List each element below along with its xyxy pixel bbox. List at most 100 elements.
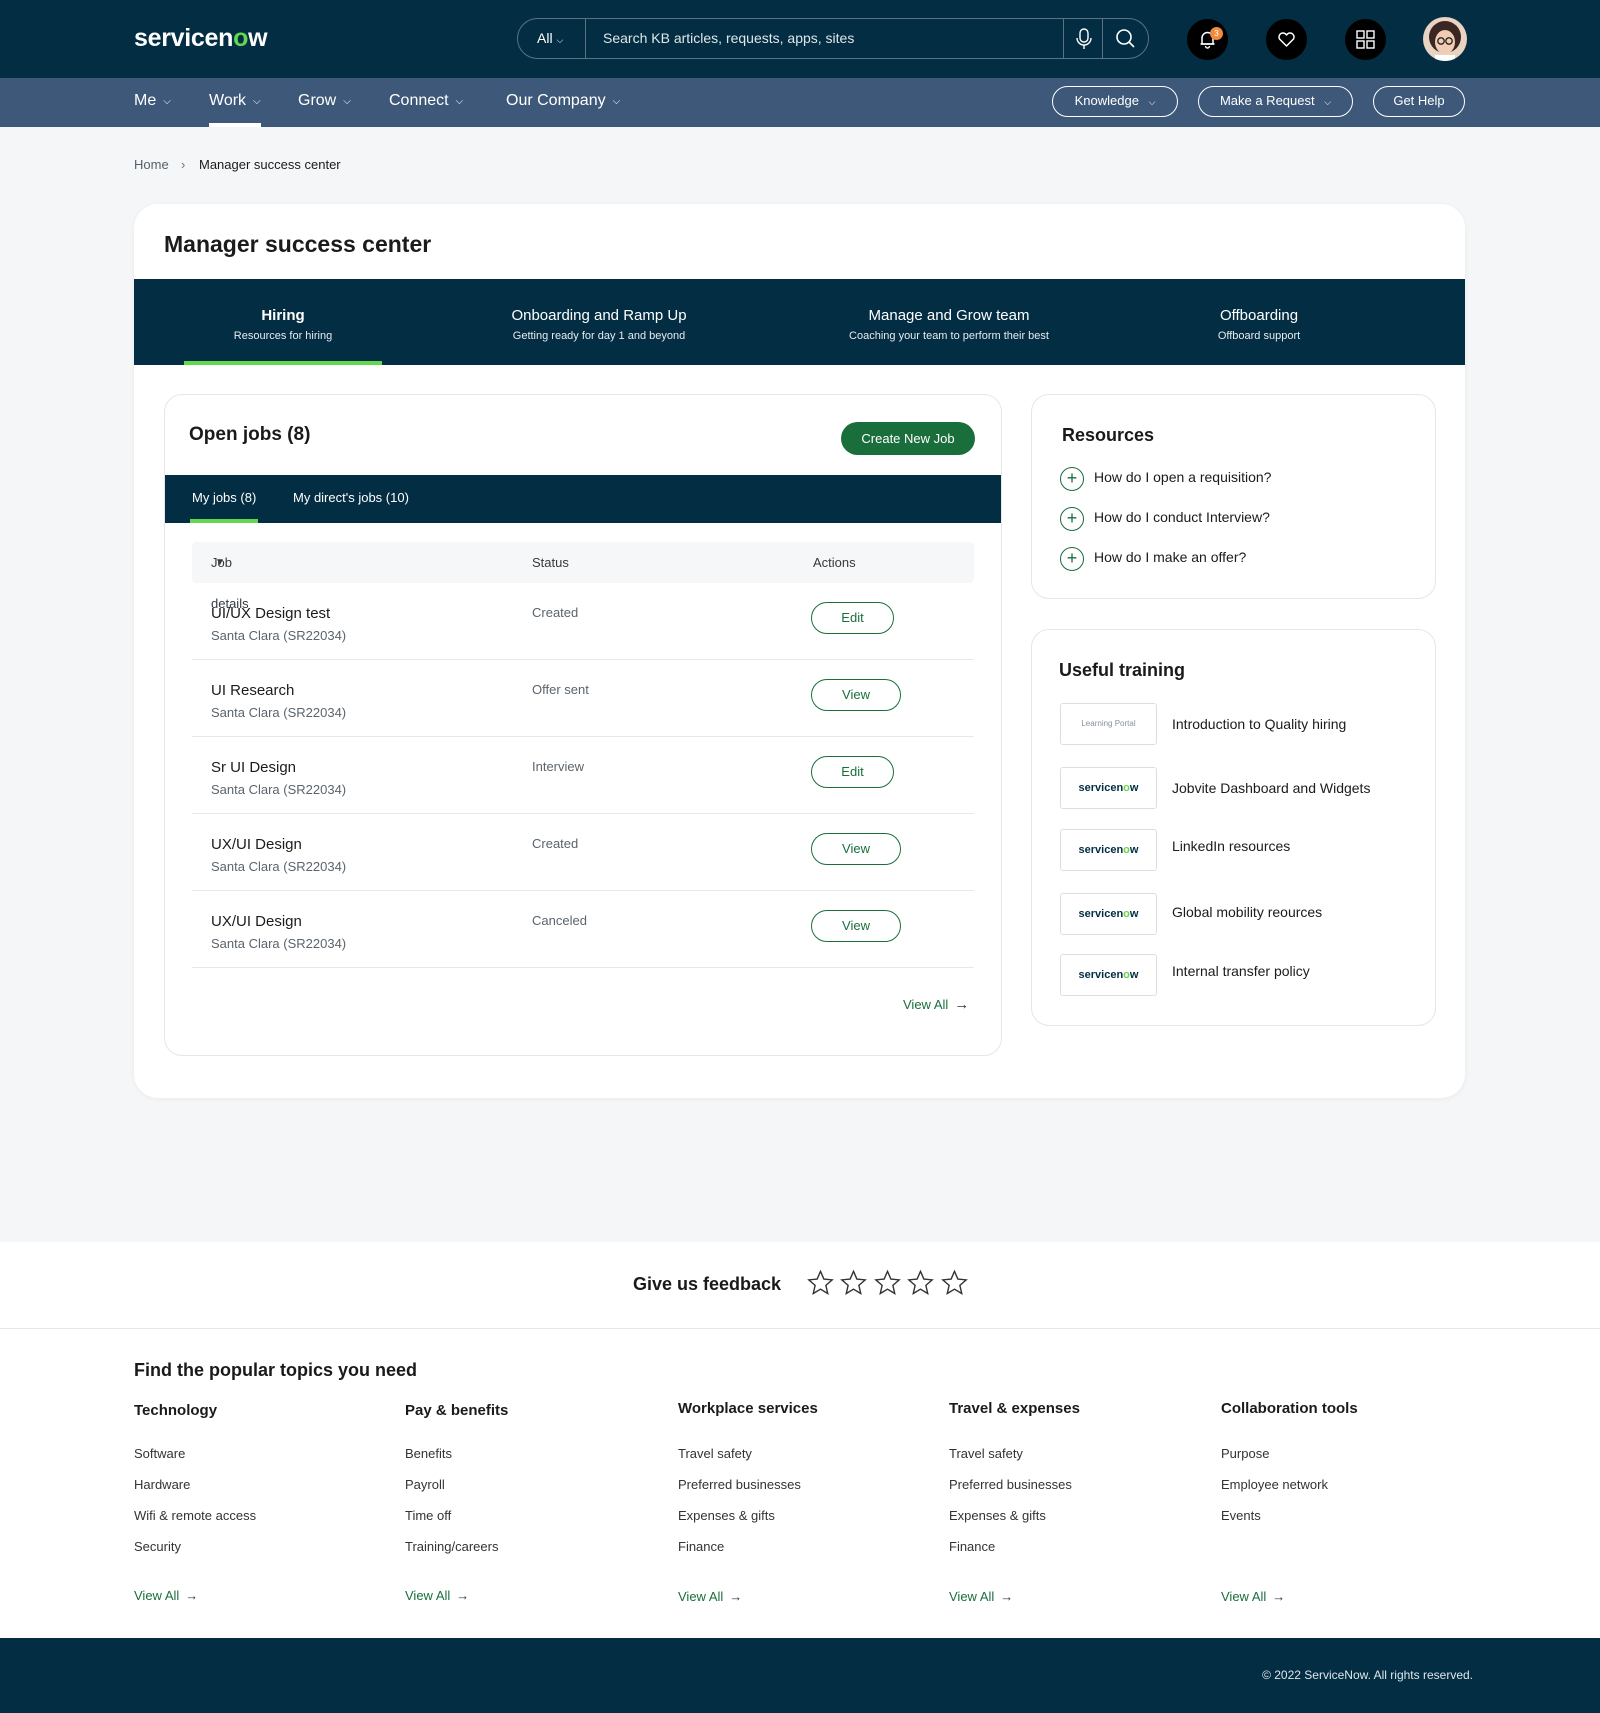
favorites-button[interactable] [1266, 19, 1307, 60]
avatar[interactable] [1423, 17, 1467, 61]
servicenow-logo: servicenow [1060, 954, 1157, 996]
page-title: Manager success center [164, 231, 432, 257]
nav-item-work[interactable]: Work ⌵ [209, 78, 261, 127]
star-icon[interactable] [839, 1269, 868, 1297]
plus-icon[interactable]: + [1060, 507, 1084, 531]
plus-icon[interactable]: + [1060, 467, 1084, 491]
resource-link[interactable]: How do I make an offer? [1094, 549, 1246, 565]
topic-link[interactable]: Employee network [1221, 1477, 1328, 1492]
topic-link[interactable]: Benefits [405, 1446, 452, 1461]
make-request-label: Make a Request [1219, 93, 1315, 108]
topic-link[interactable]: Preferred businesses [949, 1477, 1072, 1492]
search-icon[interactable] [1104, 19, 1148, 58]
topic-link[interactable]: Purpose [1221, 1446, 1269, 1461]
jobs-subtabs: My jobs (8) My direct's jobs (10) [165, 475, 1001, 523]
resource-link[interactable]: How do I open a requisition? [1094, 469, 1271, 485]
topic-link[interactable]: Expenses & gifts [678, 1508, 775, 1523]
topic-link[interactable]: Travel safety [678, 1446, 752, 1461]
training-link[interactable]: Jobvite Dashboard and Widgets [1172, 780, 1370, 796]
microphone-icon[interactable] [1063, 19, 1103, 58]
topic-link[interactable]: Payroll [405, 1477, 445, 1492]
nav-item-me[interactable]: Me ⌵ [134, 78, 171, 127]
breadcrumb-home[interactable]: Home [134, 157, 169, 172]
job-title[interactable]: UX/UI Design [211, 913, 302, 930]
job-title[interactable]: UX/UI Design [211, 836, 302, 853]
arrow-right-icon: → [185, 1588, 199, 1603]
job-title[interactable]: UI Research [211, 682, 294, 699]
view-button[interactable]: View [811, 833, 901, 865]
heart-icon [1278, 32, 1295, 47]
topic-link[interactable]: Training/careers [405, 1539, 498, 1554]
tab-manage-grow[interactable]: Manage and Grow team Coaching your team t… [814, 279, 1084, 365]
topic-link[interactable]: Wifi & remote access [134, 1508, 256, 1523]
make-request-button[interactable]: Make a Request ⌵ [1198, 86, 1353, 117]
get-help-button[interactable]: Get Help [1373, 86, 1465, 117]
training-link[interactable]: LinkedIn resources [1172, 838, 1290, 854]
nav-item-our-company[interactable]: Our Company ⌵ [506, 78, 620, 127]
view-button[interactable]: View [811, 679, 901, 711]
topic-view-all-link[interactable]: View All → [678, 1589, 742, 1604]
topic-link[interactable]: Hardware [134, 1477, 190, 1492]
nav-item-connect[interactable]: Connect ⌵ [389, 78, 463, 127]
job-status: Offer sent [532, 682, 589, 697]
topic-link[interactable]: Travel safety [949, 1446, 1023, 1461]
edit-button[interactable]: Edit [811, 756, 894, 788]
nav-label: Work [209, 92, 247, 109]
search-scope-select[interactable]: All ⌵ [518, 19, 586, 58]
resources-panel: Resources + How do I open a requisition?… [1031, 394, 1436, 599]
resource-link[interactable]: How do I conduct Interview? [1094, 509, 1270, 525]
edit-button[interactable]: Edit [811, 602, 894, 634]
plus-icon[interactable]: + [1060, 547, 1084, 571]
notifications-button[interactable]: 3 [1187, 19, 1228, 60]
subtab-directs-jobs[interactable]: My direct's jobs (10) [293, 475, 409, 523]
star-icon[interactable] [940, 1269, 969, 1297]
job-title[interactable]: Sr UI Design [211, 759, 296, 776]
logo-o: o [233, 24, 249, 52]
view-button[interactable]: View [811, 910, 901, 942]
search-input[interactable]: Search KB articles, requests, apps, site… [603, 19, 854, 58]
topic-view-all-link[interactable]: View All → [134, 1588, 198, 1603]
tab-hiring[interactable]: Hiring Resources for hiring [184, 279, 382, 365]
table-row: Sr UI Design Santa Clara (SR22034) Inter… [192, 737, 974, 814]
topic-view-all-link[interactable]: View All → [405, 1588, 469, 1603]
tab-subtitle: Offboard support [1217, 330, 1301, 342]
knowledge-button[interactable]: Knowledge ⌵ [1052, 86, 1178, 117]
topic-view-all-link[interactable]: View All → [949, 1589, 1013, 1604]
topic-link[interactable]: Software [134, 1446, 185, 1461]
topic-link[interactable]: Security [134, 1539, 181, 1554]
training-link[interactable]: Global mobility reources [1172, 904, 1322, 920]
tab-onboarding[interactable]: Onboarding and Ramp Up Getting ready for … [464, 279, 734, 365]
chevron-down-icon: ⌵ [455, 96, 464, 107]
open-jobs-panel: Open jobs (8) Create New Job My jobs (8)… [164, 394, 1002, 1056]
apps-button[interactable] [1345, 19, 1386, 60]
topic-link[interactable]: Events [1221, 1508, 1261, 1523]
star-icon[interactable] [906, 1269, 935, 1297]
learning-portal-logo: Learning Portal [1060, 703, 1157, 745]
training-link[interactable]: Introduction to Quality hiring [1172, 716, 1346, 732]
topic-view-all-link[interactable]: View All → [1221, 1589, 1285, 1604]
topic-link[interactable]: Preferred businesses [678, 1477, 801, 1492]
subtab-my-jobs[interactable]: My jobs (8) [190, 475, 259, 523]
training-link[interactable]: Internal transfer policy [1172, 963, 1310, 979]
chevron-down-icon: ⌵ [1148, 97, 1156, 107]
star-icon[interactable] [806, 1269, 835, 1297]
topic-link[interactable]: Expenses & gifts [949, 1508, 1046, 1523]
jobs-view-all-link[interactable]: View All → [903, 996, 969, 1013]
view-all-label: View All [1221, 1589, 1267, 1604]
topic-link[interactable]: Time off [405, 1508, 451, 1523]
knowledge-label: Knowledge [1074, 93, 1139, 108]
create-new-job-button[interactable]: Create New Job [841, 422, 975, 455]
tab-offboarding[interactable]: Offboarding Offboard support [1164, 279, 1354, 365]
topic-link[interactable]: Finance [678, 1539, 724, 1554]
star-icon[interactable] [873, 1269, 902, 1297]
topic-link[interactable]: Finance [949, 1539, 995, 1554]
column-actions: Actions [813, 555, 856, 570]
job-title[interactable]: UI/UX Design test [211, 605, 330, 622]
logo-end: w [1129, 908, 1139, 920]
nav-item-grow[interactable]: Grow ⌵ [298, 78, 351, 127]
servicenow-logo[interactable]: servicenow [134, 24, 268, 53]
arrow-right-icon: → [456, 1588, 470, 1603]
open-jobs-title: Open jobs (8) [189, 424, 311, 445]
column-status: Status [532, 555, 569, 570]
job-location: Santa Clara (SR22034) [211, 859, 347, 874]
